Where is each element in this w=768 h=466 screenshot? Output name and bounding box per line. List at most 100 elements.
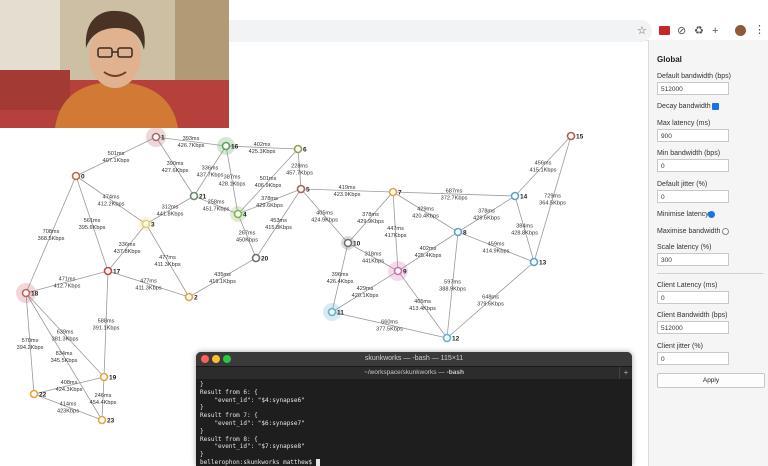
terminal-output[interactable]: } Result from 6: { "event_id": "$4:synaps… [200, 381, 628, 466]
minimise-latency-radio[interactable] [708, 211, 715, 218]
browser-menu-icon[interactable]: ⋮ [754, 23, 765, 36]
edge-label-kbps: 381.3Kbps [52, 337, 79, 343]
scale-latency-field[interactable]: 300 [657, 253, 729, 266]
extension-recycle-icon[interactable]: ♻ [694, 25, 704, 37]
graph-node-17[interactable] [103, 266, 113, 276]
graph-node-14[interactable] [510, 191, 520, 201]
minimize-window-icon[interactable] [212, 355, 220, 363]
graph-node-23[interactable] [97, 415, 107, 425]
graph-node-8[interactable] [453, 227, 463, 237]
default-jitter-field[interactable]: 0 [657, 190, 729, 203]
terminal-line: Result from 6: { [200, 388, 258, 396]
node-label: 9 [403, 269, 407, 276]
edge-label-kbps: 364.5Kbps [539, 201, 566, 207]
edge-label-kbps: 415.8Kbps [265, 225, 292, 231]
edge-label-kbps: 420.4Kbps [412, 214, 439, 220]
edge-label-ms: 729ms [544, 194, 561, 200]
extension-add-icon[interactable]: + [712, 25, 718, 37]
graph-node-7[interactable] [388, 187, 398, 197]
terminal-line: } [200, 381, 204, 388]
graph-node-19[interactable] [99, 372, 109, 382]
node-label: 17 [113, 269, 121, 276]
panel-title: Global [657, 55, 682, 64]
edge-label-ms: 588ms [98, 319, 115, 325]
graph-node-20[interactable] [251, 253, 261, 263]
edge-label-kbps: 379.6Kbps [477, 302, 504, 308]
terminal-tab[interactable]: ~/workspace/skunkworks — -bash + [196, 366, 632, 379]
client-jitter-label: Client jitter (%) [657, 343, 703, 350]
terminal-tab-path: ~/workspace/skunkworks — [364, 369, 447, 376]
node-label: 10 [353, 241, 361, 248]
edge-label-kbps: 412.2Kbps [98, 202, 125, 208]
graph-node-2[interactable] [184, 292, 194, 302]
graph-node-6[interactable] [293, 144, 303, 154]
graph-node-16[interactable] [221, 141, 231, 151]
edge-label-ms: 660ms [381, 320, 398, 326]
client-jitter-field[interactable]: 0 [657, 352, 729, 365]
decay-bandwidth-checkbox[interactable] [712, 103, 719, 110]
edge-label-kbps: 425.3Kbps [249, 149, 276, 155]
extension-icon[interactable] [659, 26, 670, 35]
edge-label-kbps: 377.5Kbps [376, 327, 403, 333]
edge-label-ms: 501ms [260, 176, 277, 182]
address-bar[interactable] [222, 20, 652, 42]
terminal-line: } [200, 427, 204, 435]
edge-label-ms: 419ms [339, 185, 356, 191]
graph-node-5[interactable] [296, 184, 306, 194]
edge-label-ms: 396ms [332, 272, 349, 278]
graph-node-13[interactable] [529, 257, 539, 267]
edge-label-kbps: 411.3Kbps [135, 286, 162, 292]
edge-label-kbps: 388.9Kbps [439, 287, 466, 293]
node-label: 1 [161, 135, 165, 142]
default-bandwidth-label: Default bandwidth (bps) [657, 73, 731, 80]
graph-node-21[interactable] [189, 191, 199, 201]
terminal-line: "event_id": "$7:synapse8" [200, 443, 305, 451]
maximise-bandwidth-radio[interactable] [722, 228, 729, 235]
edge-label-kbps: 441Kbps [362, 259, 384, 265]
graph-node-18[interactable] [21, 288, 31, 298]
apply-button[interactable]: Apply [657, 373, 765, 388]
edge-label-kbps: 414.9Kbps [483, 249, 510, 255]
zoom-window-icon[interactable] [223, 355, 231, 363]
profile-avatar[interactable] [735, 25, 746, 36]
edge-label-ms: 456ms [535, 161, 552, 167]
graph-node-10[interactable] [343, 238, 353, 248]
default-jitter-label: Default jitter (%) [657, 181, 708, 188]
terminal-window: skunkworks — -bash — 115×11 ~/workspace/… [196, 352, 632, 466]
graph-node-22[interactable] [29, 389, 39, 399]
edge-label-ms: 258ms [208, 200, 225, 206]
edge-label-kbps: 426.4Kbps [327, 279, 354, 285]
min-bandwidth-field[interactable]: 0 [657, 159, 729, 172]
client-latency-field[interactable]: 0 [657, 291, 729, 304]
default-bandwidth-field[interactable]: 512000 [657, 82, 729, 95]
edge-label-kbps: 372.7Kbps [441, 196, 468, 202]
bookmark-star-icon[interactable]: ☆ [637, 25, 647, 37]
new-tab-icon[interactable]: + [619, 367, 632, 379]
close-window-icon[interactable] [201, 355, 209, 363]
graph-node-0[interactable] [71, 171, 81, 181]
extension-tag-icon[interactable]: ⊘ [677, 25, 686, 37]
graph-node-4[interactable] [233, 209, 243, 219]
graph-node-9[interactable] [393, 266, 403, 276]
client-bandwidth-field[interactable]: 512000 [657, 321, 729, 334]
graph-node-1[interactable] [151, 132, 161, 142]
node-label: 16 [231, 144, 239, 151]
edge-label-kbps: 423Kbps [57, 409, 79, 415]
edge-label-ms: 336ms [202, 166, 219, 172]
edge-label-ms: 267ms [239, 231, 256, 237]
graph-node-12[interactable] [442, 333, 452, 343]
graph-node-11[interactable] [327, 307, 337, 317]
max-latency-field[interactable]: 900 [657, 129, 729, 142]
node-label: 13 [539, 260, 547, 267]
terminal-line: Result from 7: { [200, 412, 258, 420]
node-label: 2 [194, 295, 198, 302]
edge-label-ms: 405ms [316, 211, 333, 217]
node-label: 3 [151, 222, 155, 229]
node-label: 18 [31, 291, 39, 298]
node-label: 7 [398, 190, 402, 197]
edge-label-ms: 402ms [254, 142, 271, 148]
edge-label-kbps: 406.9Kbps [255, 183, 282, 189]
edge-label-kbps: 368.5Kbps [38, 236, 65, 242]
graph-node-15[interactable] [566, 131, 576, 141]
graph-node-3[interactable] [141, 219, 151, 229]
